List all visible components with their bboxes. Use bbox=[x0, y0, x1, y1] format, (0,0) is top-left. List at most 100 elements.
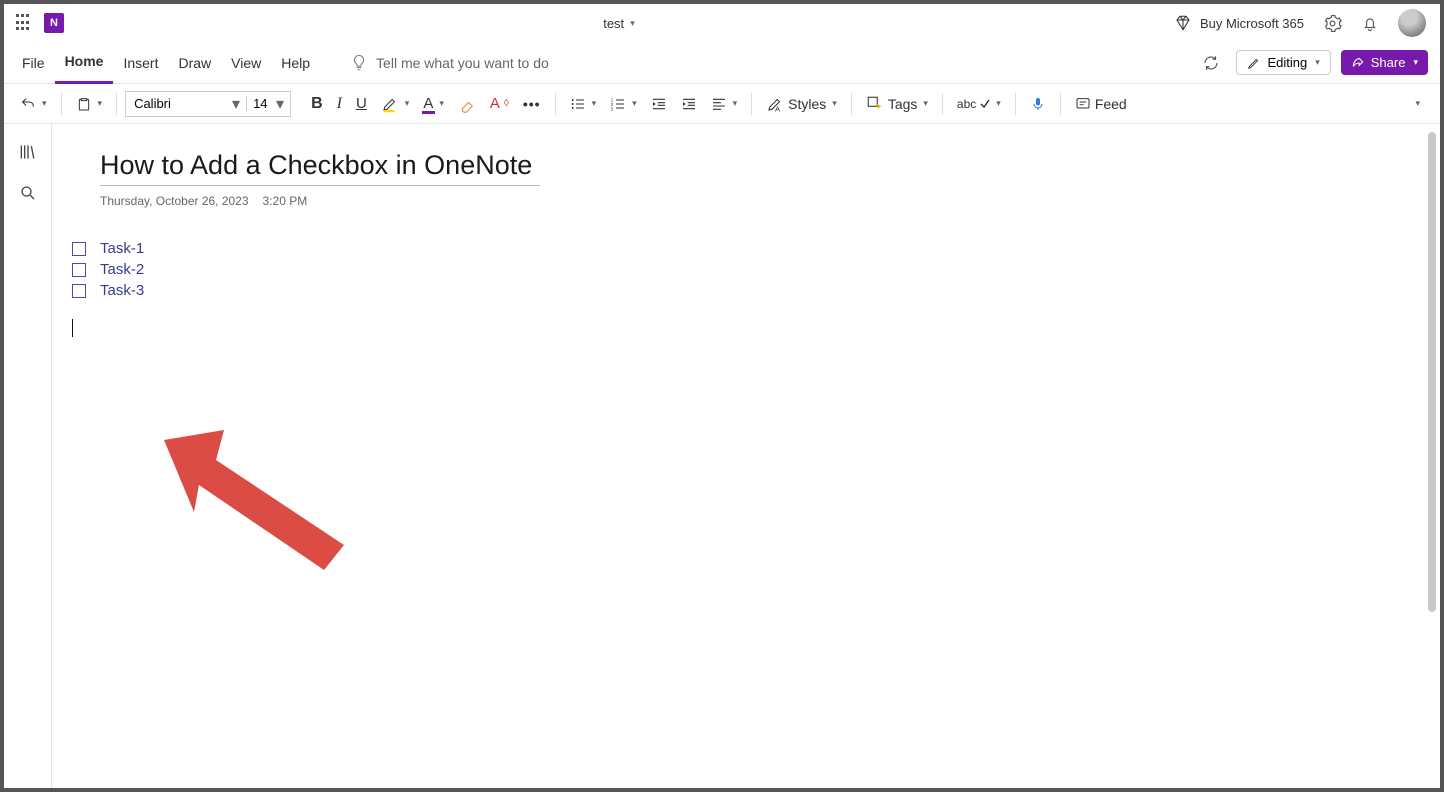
chevron-down-icon: ▾ bbox=[42, 98, 47, 109]
chevron-down-icon: ▾ bbox=[832, 98, 837, 109]
ribbon-expand-button[interactable]: ▾ bbox=[1407, 94, 1426, 113]
check-icon bbox=[980, 99, 990, 109]
numbering-button[interactable]: 123 ▾ bbox=[604, 92, 643, 116]
menu-help[interactable]: Help bbox=[271, 42, 320, 84]
task-list: Task-1 Task-2 Task-3 bbox=[72, 240, 1392, 337]
styles-button[interactable]: A Styles ▾ bbox=[760, 91, 843, 117]
decrease-indent-button[interactable] bbox=[645, 92, 673, 116]
chevron-down-icon: ▾ bbox=[226, 94, 246, 114]
styles-icon: A bbox=[766, 95, 784, 113]
undo-icon bbox=[20, 96, 36, 112]
bullets-button[interactable]: ▾ bbox=[564, 92, 603, 116]
chevron-down-icon: ▾ bbox=[1415, 98, 1420, 109]
feed-button[interactable]: Feed bbox=[1069, 92, 1133, 116]
task-text[interactable]: Task-3 bbox=[100, 282, 144, 299]
pencil-icon bbox=[1247, 56, 1261, 70]
tags-button[interactable]: Tags ▾ bbox=[860, 91, 934, 117]
menu-view[interactable]: View bbox=[221, 42, 271, 84]
page-metadata: Thursday, October 26, 2023 3:20 PM bbox=[100, 194, 1392, 208]
ribbon-toolbar: ▾ ▾ Calibri ▾ 14 ▾ B I U ▾ A ▾ A◊ bbox=[4, 84, 1440, 124]
clear-formatting-button[interactable] bbox=[452, 91, 482, 117]
svg-text:3: 3 bbox=[611, 106, 614, 111]
buy-microsoft-365-button[interactable]: Buy Microsoft 365 bbox=[1174, 14, 1304, 32]
more-formatting-button[interactable]: ••• bbox=[517, 92, 547, 116]
outdent-icon bbox=[651, 96, 667, 112]
increase-indent-button[interactable] bbox=[675, 92, 703, 116]
text-effects-button[interactable]: A◊ bbox=[484, 91, 515, 116]
numbering-icon: 123 bbox=[610, 96, 626, 112]
arrow-icon bbox=[164, 430, 364, 580]
editing-mode-button[interactable]: Editing ▾ bbox=[1236, 50, 1330, 75]
app-launcher-icon[interactable] bbox=[16, 14, 34, 32]
task-row: Task-1 bbox=[72, 240, 1392, 257]
settings-button[interactable] bbox=[1322, 13, 1342, 33]
tell-me-search[interactable]: Tell me what you want to do bbox=[350, 54, 549, 72]
diamond-icon bbox=[1174, 14, 1192, 32]
tag-icon bbox=[866, 95, 884, 113]
chevron-down-icon: ▾ bbox=[98, 98, 103, 109]
task-text[interactable]: Task-2 bbox=[100, 261, 144, 278]
todo-checkbox[interactable] bbox=[72, 242, 86, 256]
chevron-down-icon: ▾ bbox=[1413, 57, 1418, 68]
underline-button[interactable]: U bbox=[350, 91, 373, 116]
feed-icon bbox=[1075, 96, 1091, 112]
left-rail bbox=[4, 124, 52, 788]
indent-icon bbox=[681, 96, 697, 112]
paste-button[interactable]: ▾ bbox=[70, 91, 109, 117]
share-button[interactable]: Share ▾ bbox=[1341, 50, 1428, 75]
chevron-down-icon: ▾ bbox=[270, 94, 290, 114]
todo-checkbox[interactable] bbox=[72, 263, 86, 277]
share-icon bbox=[1351, 56, 1365, 70]
gear-icon bbox=[1323, 14, 1342, 33]
menu-home[interactable]: Home bbox=[55, 42, 114, 84]
undo-button[interactable]: ▾ bbox=[14, 92, 53, 116]
font-family-selector[interactable]: Calibri ▾ 14 ▾ bbox=[125, 91, 291, 117]
notifications-button[interactable] bbox=[1360, 13, 1380, 33]
menu-bar: File Home Insert Draw View Help Tell me … bbox=[4, 42, 1440, 84]
bullets-icon bbox=[570, 96, 586, 112]
chevron-down-icon: ▾ bbox=[632, 98, 637, 109]
clipboard-icon bbox=[76, 95, 92, 113]
menu-draw[interactable]: Draw bbox=[168, 42, 221, 84]
mic-icon bbox=[1030, 95, 1046, 113]
chevron-down-icon: ▾ bbox=[630, 18, 635, 29]
title-bar: N test ▾ Buy Microsoft 365 bbox=[4, 4, 1440, 42]
menu-file[interactable]: File bbox=[12, 42, 55, 84]
todo-checkbox[interactable] bbox=[72, 284, 86, 298]
svg-text:A: A bbox=[775, 104, 780, 113]
page-date: Thursday, October 26, 2023 bbox=[100, 194, 249, 208]
font-color-button[interactable]: A ▾ bbox=[417, 91, 450, 116]
eraser-icon bbox=[458, 95, 476, 113]
menu-insert[interactable]: Insert bbox=[113, 42, 168, 84]
chevron-down-icon: ▾ bbox=[405, 98, 410, 109]
highlight-button[interactable]: ▾ bbox=[375, 91, 416, 117]
highlighter-icon bbox=[381, 95, 399, 113]
page-canvas[interactable]: How to Add a Checkbox in OneNote Thursda… bbox=[52, 124, 1440, 788]
chevron-down-icon: ▾ bbox=[996, 98, 1001, 109]
align-button[interactable]: ▾ bbox=[705, 92, 744, 116]
vertical-scrollbar[interactable] bbox=[1428, 132, 1436, 612]
bold-button[interactable]: B bbox=[305, 91, 329, 117]
chevron-down-icon: ▾ bbox=[1315, 57, 1320, 68]
onenote-app-icon[interactable]: N bbox=[44, 13, 64, 33]
annotation-arrow bbox=[164, 430, 364, 580]
lightbulb-icon bbox=[350, 54, 368, 72]
chevron-down-icon: ▾ bbox=[592, 98, 597, 109]
task-text[interactable]: Task-1 bbox=[100, 240, 144, 257]
chevron-down-icon: ▾ bbox=[733, 98, 738, 109]
search-icon bbox=[19, 184, 37, 202]
search-button[interactable] bbox=[19, 184, 37, 202]
user-avatar[interactable] bbox=[1398, 9, 1426, 37]
books-icon bbox=[18, 142, 38, 162]
navigation-button[interactable] bbox=[18, 142, 38, 162]
notebook-name: test bbox=[603, 16, 624, 31]
sync-button[interactable] bbox=[1202, 54, 1220, 72]
page-title[interactable]: How to Add a Checkbox in OneNote bbox=[100, 150, 540, 186]
dictate-button[interactable] bbox=[1024, 91, 1052, 117]
font-size-selector[interactable]: 14 bbox=[246, 96, 270, 111]
bell-icon bbox=[1361, 14, 1379, 32]
notebook-title-dropdown[interactable]: test ▾ bbox=[64, 16, 1174, 31]
spellcheck-button[interactable]: abc ▾ bbox=[951, 93, 1007, 115]
chevron-down-icon: ▾ bbox=[439, 98, 444, 109]
italic-button[interactable]: I bbox=[331, 91, 348, 117]
